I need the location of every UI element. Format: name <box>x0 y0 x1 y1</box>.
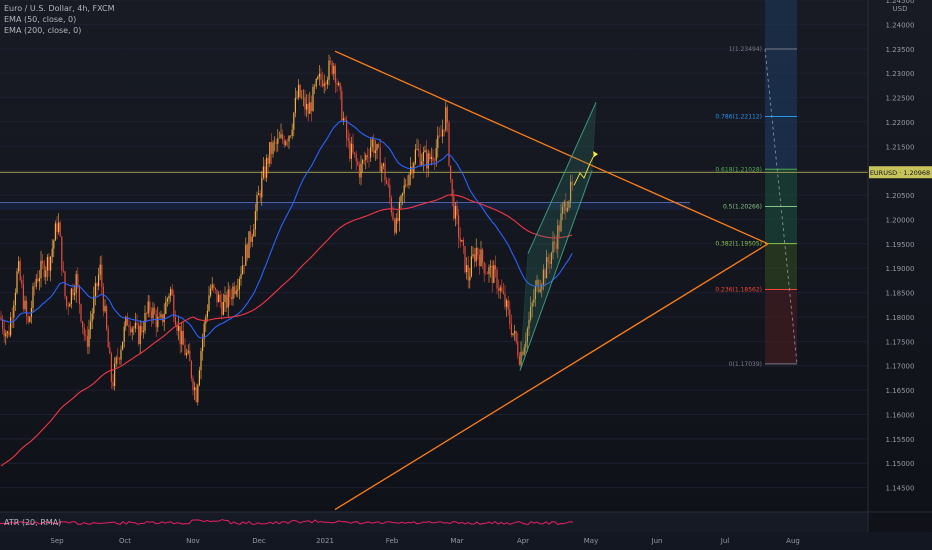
price-tick-label: 1.19000 <box>886 265 915 273</box>
support-band <box>0 202 690 210</box>
current-price-label: EURUSD · 1.20968 <box>870 169 930 177</box>
time-tick-label: May <box>584 537 598 545</box>
price-tick-label: 1.15500 <box>886 436 915 444</box>
fib-level-label: 0.236(1.18562) <box>715 287 762 294</box>
fib-zone <box>765 169 797 207</box>
fib-zone-top <box>765 0 797 50</box>
fib-level-label: 1(1.23494) <box>729 46 762 53</box>
price-tick-label: 1.24000 <box>886 21 915 29</box>
fib-zone <box>765 206 797 244</box>
legend-symbol[interactable]: Euro / U.S. Dollar, 4h, FXCM <box>4 3 115 14</box>
fib-zone <box>765 289 797 364</box>
fib-level-label: 0.5(1.20266) <box>723 203 762 210</box>
price-tick-label: 1.18500 <box>886 290 915 298</box>
time-tick-label: Feb <box>386 537 399 545</box>
price-tick-label: 1.17500 <box>886 338 915 346</box>
price-tick-label: 1.22500 <box>886 95 915 103</box>
price-tick-label: 1.19500 <box>886 241 915 249</box>
price-tick-label: 1.18000 <box>886 314 915 322</box>
time-tick-label: Nov <box>186 537 200 545</box>
price-tick-label: 1.16000 <box>886 411 915 419</box>
fib-level-label: 0.786(1.22112) <box>715 113 762 120</box>
time-tick-label: 2021 <box>316 537 334 545</box>
price-tick-label: 1.17000 <box>886 363 915 371</box>
atr-label[interactable]: ATR (20, RMA) <box>4 518 61 527</box>
price-tick-label: 1.21500 <box>886 143 915 151</box>
price-axis-currency: USD <box>893 5 908 13</box>
chart-window: Euro / U.S. Dollar, 4h, FXCM EMA (50, cl… <box>0 0 932 550</box>
time-tick-label: Oct <box>119 537 131 545</box>
legend-ema200[interactable]: EMA (200, close, 0) <box>4 25 115 36</box>
fib-level-label: 0(1.17039) <box>729 361 762 368</box>
fib-zone <box>765 49 797 117</box>
price-tick-label: 1.20500 <box>886 192 915 200</box>
time-tick-label: Jun <box>651 537 663 545</box>
time-tick-label: Sep <box>50 537 64 545</box>
price-chart[interactable]: 1.245001.240001.235001.230001.225001.220… <box>0 0 932 550</box>
legend-ema50[interactable]: EMA (50, close, 0) <box>4 14 115 25</box>
price-tick-label: 1.20000 <box>886 216 915 224</box>
price-tick-label: 1.16500 <box>886 387 915 395</box>
price-tick-label: 1.23500 <box>886 46 915 54</box>
price-tick-label: 1.22000 <box>886 119 915 127</box>
time-tick-label: Aug <box>786 537 800 545</box>
fib-zone <box>765 243 797 290</box>
price-tick-label: 1.14500 <box>886 485 915 493</box>
time-tick-label: Apr <box>517 537 529 545</box>
fib-zone <box>765 116 797 170</box>
chart-legend: Euro / U.S. Dollar, 4h, FXCM EMA (50, cl… <box>4 3 115 36</box>
time-tick-label: Dec <box>252 537 266 545</box>
price-tick-label: 1.15000 <box>886 460 915 468</box>
time-tick-label: Mar <box>450 537 463 545</box>
price-tick-label: 1.23000 <box>886 70 915 78</box>
time-tick-label: Jul <box>720 537 730 545</box>
fib-level-label: 0.382(1.19505) <box>715 241 762 248</box>
